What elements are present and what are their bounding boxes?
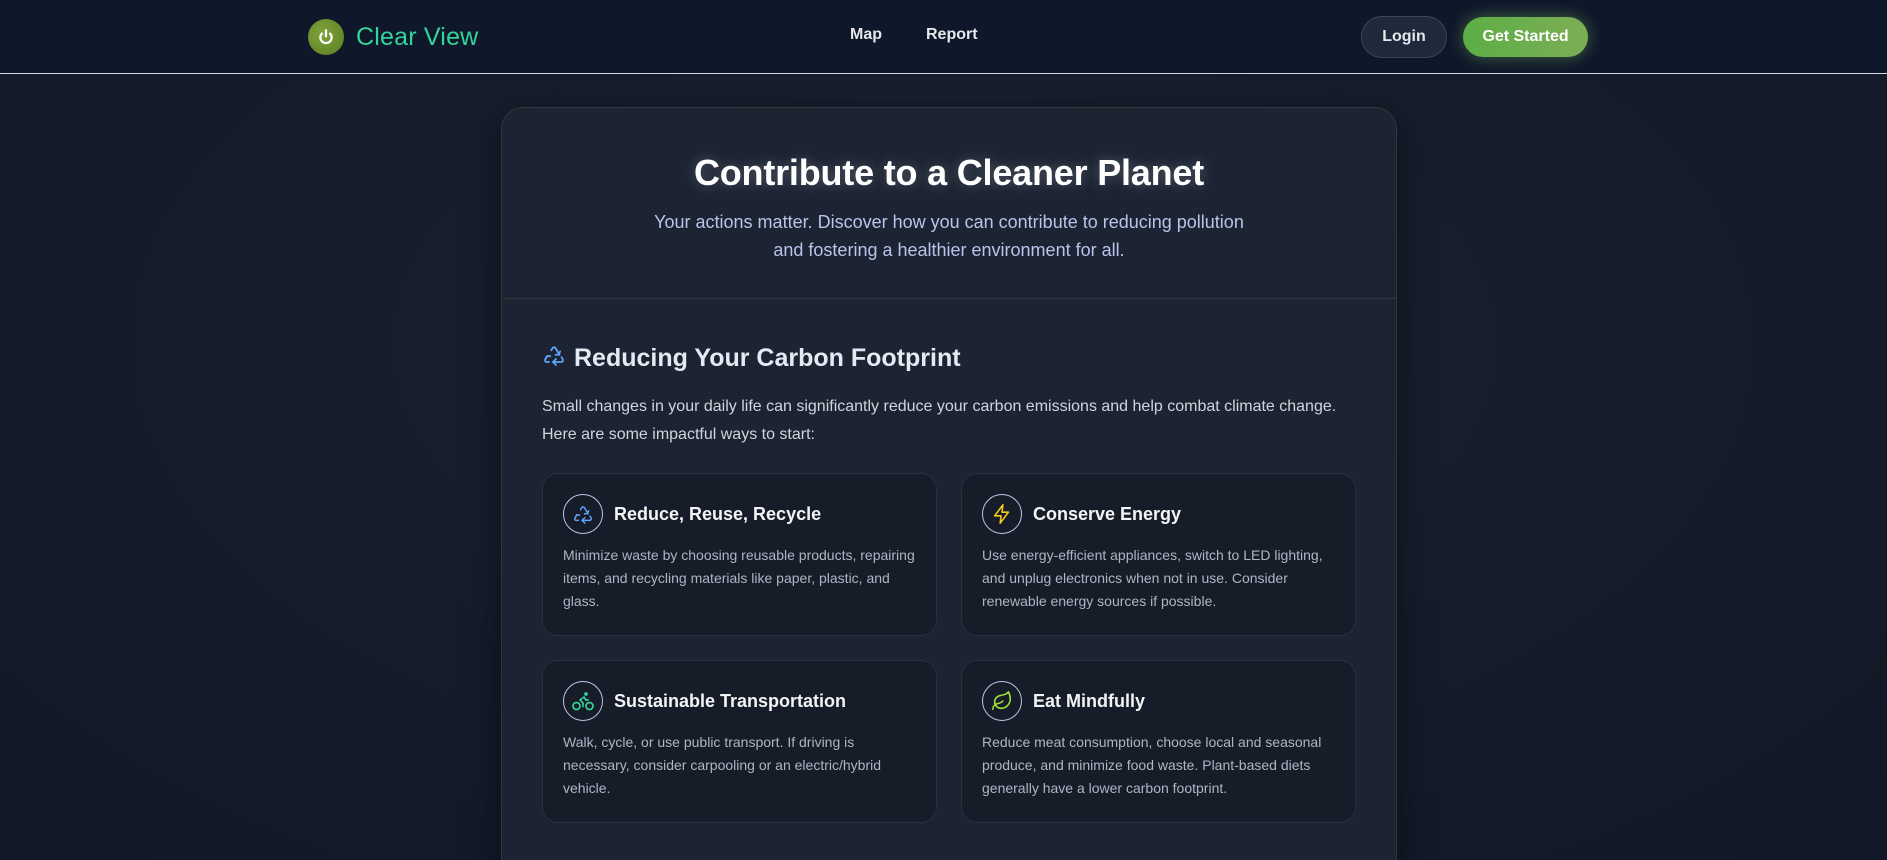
tip-card-header: Reduce, Reuse, Recycle <box>563 494 916 534</box>
recycle-icon <box>563 494 603 534</box>
recycle-icon <box>542 343 566 374</box>
main-nav: Map Report <box>850 26 978 44</box>
leaf-icon <box>982 681 1022 721</box>
tip-description: Use energy-efficient appliances, switch … <box>982 547 1323 609</box>
tip-title: Eat Mindfully <box>1033 690 1145 711</box>
section-title: Reducing Your Carbon Footprint <box>574 344 961 372</box>
contribute-card: Contribute to a Cleaner Planet Your acti… <box>501 107 1397 860</box>
tip-card-sustainable-transportation[interactable]: Sustainable Transportation Walk, cycle, … <box>542 660 937 823</box>
hero-section: Contribute to a Cleaner Planet Your acti… <box>502 108 1396 299</box>
lightning-icon <box>982 494 1022 534</box>
tip-card-header: Conserve Energy <box>982 494 1335 534</box>
page-title: Contribute to a Cleaner Planet <box>693 152 1205 193</box>
tip-title: Conserve Energy <box>1033 503 1182 524</box>
tip-card-header: Sustainable Transportation <box>563 681 916 721</box>
tips-grid: Reduce, Reuse, Recycle Minimize waste by… <box>542 473 1356 823</box>
tip-card-eat-mindfully[interactable]: Eat Mindfully Reduce meat consumption, c… <box>961 660 1356 823</box>
bicycle-icon <box>563 681 603 721</box>
top-navbar: Clear View Map Report Login Get Started <box>0 0 1887 74</box>
tip-description: Walk, cycle, or use public transport. If… <box>563 734 882 796</box>
tip-card-header: Eat Mindfully <box>982 681 1335 721</box>
section-intro: Small changes in your daily life can sig… <box>542 398 1337 443</box>
page-subtitle: Your actions matter. Discover how you ca… <box>654 212 1244 260</box>
login-button[interactable]: Login <box>1361 16 1447 58</box>
nav-link-map[interactable]: Map <box>850 26 882 44</box>
brand-logo-link[interactable]: Clear View <box>308 19 478 55</box>
power-icon <box>308 19 344 55</box>
tip-title: Reduce, Reuse, Recycle <box>614 503 822 524</box>
get-started-button[interactable]: Get Started <box>1463 17 1588 57</box>
nav-link-report[interactable]: Report <box>926 26 978 44</box>
tip-description: Minimize waste by choosing reusable prod… <box>563 547 915 609</box>
brand-name: Clear View <box>356 22 479 51</box>
section-heading: Reducing Your Carbon Footprint <box>542 343 1356 374</box>
carbon-footprint-section: Reducing Your Carbon Footprint Small cha… <box>502 299 1396 823</box>
tip-card-reduce-reuse-recycle[interactable]: Reduce, Reuse, Recycle Minimize waste by… <box>542 473 937 636</box>
tip-title: Sustainable Transportation <box>614 690 847 711</box>
tip-card-conserve-energy[interactable]: Conserve Energy Use energy-efficient app… <box>961 473 1356 636</box>
tip-description: Reduce meat consumption, choose local an… <box>982 734 1322 796</box>
